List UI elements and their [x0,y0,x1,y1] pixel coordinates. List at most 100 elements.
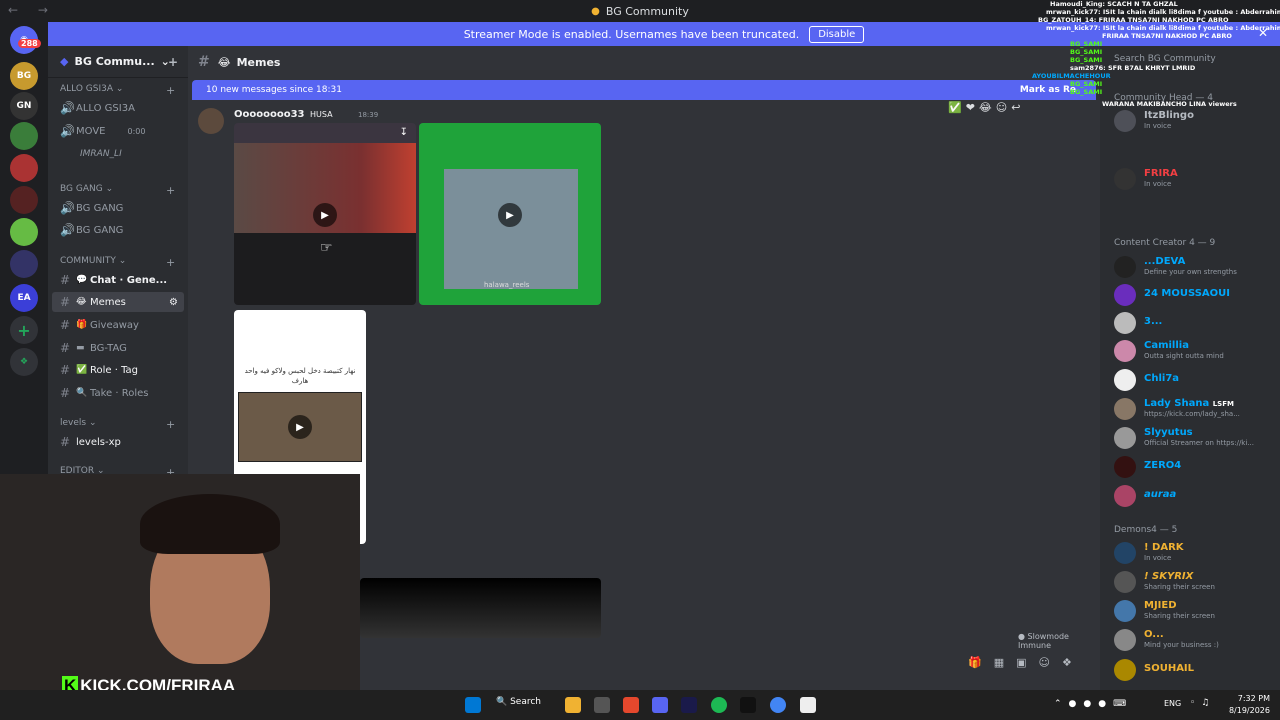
server-icon-3[interactable] [10,122,38,150]
server-icon-6[interactable] [10,218,38,246]
new-messages-bar[interactable]: 10 new messages since 18:31 Mark as Re [192,80,1096,100]
category-levels[interactable]: levels ⌄ + [60,418,175,431]
member-item[interactable]: ! SKYRIX Sharing their screen [1112,569,1276,595]
file-explorer-icon[interactable] [565,697,581,713]
magnifier-icon: 🔍 [76,388,88,398]
channel-memes[interactable]: # 😂 Memes ⚙ [52,292,184,312]
discover-icon[interactable]: ❖ [10,348,38,376]
avatar [1114,340,1136,362]
play-icon[interactable]: ▶ [498,203,522,227]
brave-icon[interactable] [623,697,639,713]
avatar [1114,427,1136,449]
member-item[interactable]: MJIED Sharing their screen [1112,598,1276,624]
chrome-icon[interactable] [770,697,786,713]
voice-user-imran[interactable]: IMRAN_LI [80,149,122,159]
channel-levels-xp[interactable]: # levels-xp [48,432,188,452]
voice-channel-move[interactable]: 🔊 MOVE 0:00 [48,121,188,141]
invite-icon[interactable]: + [168,55,178,69]
server-icon-4[interactable] [10,154,38,182]
voice-channel-bg-gang-2[interactable]: 🔊 BG GANG [48,220,188,240]
settings-icon[interactable]: ⚙ [169,297,178,308]
server-bg-icon[interactable]: BG [10,62,38,90]
category-bg-gang[interactable]: BG GANG ⌄ + [60,184,175,197]
spotify-icon[interactable] [711,697,727,713]
disable-button[interactable]: Disable [809,25,865,43]
avatar [1114,284,1136,306]
member-item[interactable]: ZERO4 [1112,454,1276,480]
avatar [1114,256,1136,278]
server-icon-5[interactable] [10,186,38,214]
webcam-hair [140,494,280,554]
member-item[interactable]: 3... [1112,310,1276,336]
window-title: BG Community [605,4,689,18]
mouse-cursor-icon: ☞ [320,240,333,256]
taskbar-search[interactable]: 🔍 Search [496,697,541,707]
channel-role-tag[interactable]: # ✅ Role · Tag [48,360,188,380]
member-item[interactable]: Chli7a [1112,367,1276,393]
server-icon-7[interactable] [10,250,38,278]
nav-arrows-icon[interactable]: ← → [8,3,56,17]
member-item[interactable]: ! DARK In voice [1112,540,1276,566]
stream-chat-overlay: Hamoudi_King: SCACH N TA GHZAL mrwan_kic… [1030,0,1280,160]
member-item[interactable]: 24 MOUSSAOUI [1112,282,1276,308]
message-actions[interactable]: ✅❤😂☺↩ [948,101,1024,114]
channel-sidebar: ◆ BG Commu... ⌄ + ALLO GSI3A ⌄ + 🔊 ALLO GS… [48,46,188,476]
hash-icon: # [198,54,210,70]
channel-giveaway[interactable]: # 🎁 Giveaway [48,315,188,335]
video-attachment-1[interactable]: ▶ ↧ [234,123,416,305]
app-icon[interactable] [594,697,610,713]
avatar[interactable] [198,108,224,134]
clock[interactable]: 7:32 PM 8/19/2026 [1229,693,1270,717]
avatar [1114,600,1136,622]
download-icon[interactable]: ↧ [400,127,408,138]
member-item[interactable]: Camillia Outta sight outta mind [1112,338,1276,364]
message-time: 18:39 [358,111,379,119]
speech-icon: 💬 [76,275,88,285]
member-item[interactable]: FRIRA In voice [1112,166,1276,192]
avatar [1114,456,1136,478]
composer-icons[interactable]: 🎁▦▣☺❖ [968,656,1084,669]
category-community[interactable]: COMMUNITY ⌄ + [60,256,175,269]
message-author[interactable]: Oooooooo33 [234,109,305,120]
play-icon[interactable]: ▶ [313,203,337,227]
speaker-icon: 🔊 [60,101,75,115]
webcam-overlay [0,474,360,690]
server-ea-icon[interactable]: EA [10,284,38,312]
video-attachment-2[interactable]: ▶ halawa_reels [419,123,601,305]
speaker-icon: 🔊 [60,223,75,237]
add-server-icon[interactable]: + [10,316,38,344]
premiere-icon[interactable] [681,697,697,713]
member-item[interactable]: ...DEVA Define your own strengths [1112,254,1276,280]
guild-tag[interactable]: HUSA [310,110,333,119]
avatar [1114,398,1136,420]
terminal-icon[interactable] [740,697,756,713]
member-item[interactable]: Lady Shana LSFM https://kick.com/lady_sha… [1112,396,1276,422]
stream-chat-line: Hamoudi_King: SCACH N TA GHZAL [1050,0,1178,8]
system-tray[interactable]: ⌃●●●⌨ [1054,699,1133,709]
member-item[interactable]: Slyyutus Official Streamer on https://ki.… [1112,425,1276,451]
wifi-volume-icons[interactable]: ◦♫ [1190,698,1215,708]
stream-chat-line: BG_SAMI [1070,80,1103,88]
play-icon[interactable]: ▶ [288,415,312,439]
server-header[interactable]: ◆ BG Commu... ⌄ + [48,46,188,78]
slowmode-label: ● Slowmode Immune [1018,632,1069,650]
discord-icon[interactable] [652,697,668,713]
member-item[interactable]: auraa [1112,483,1276,509]
windows-start-icon[interactable] [465,697,481,713]
notepad-icon[interactable] [800,697,816,713]
member-item[interactable]: O... Mind your business :) [1112,627,1276,653]
language-indicator[interactable]: ENG [1164,699,1181,708]
meme-caption: نهار كتبيصة دخل لحبس ولاكو فيه واحد هارف [244,367,356,385]
member-item[interactable]: SOUHAIL [1112,657,1276,683]
channel-take-roles[interactable]: # 🔍 Take · Roles [48,383,188,403]
video-frame [444,169,578,289]
avatar [1114,571,1136,593]
category-allo[interactable]: ALLO GSI3A ⌄ + [60,84,175,97]
video-attachment-4[interactable] [360,578,601,638]
server-gn-icon[interactable]: GN [10,92,38,120]
voice-channel-bg-gang[interactable]: 🔊 BG GANG [48,198,188,218]
channel-header: # 😂 Memes [188,46,1100,78]
voice-channel-allo[interactable]: 🔊 ALLO GSI3A [48,98,188,118]
channel-bg-tag[interactable]: # ▬ BG-TAG [48,338,188,358]
channel-chat-general[interactable]: # 💬 Chat · Gene... [48,270,188,290]
